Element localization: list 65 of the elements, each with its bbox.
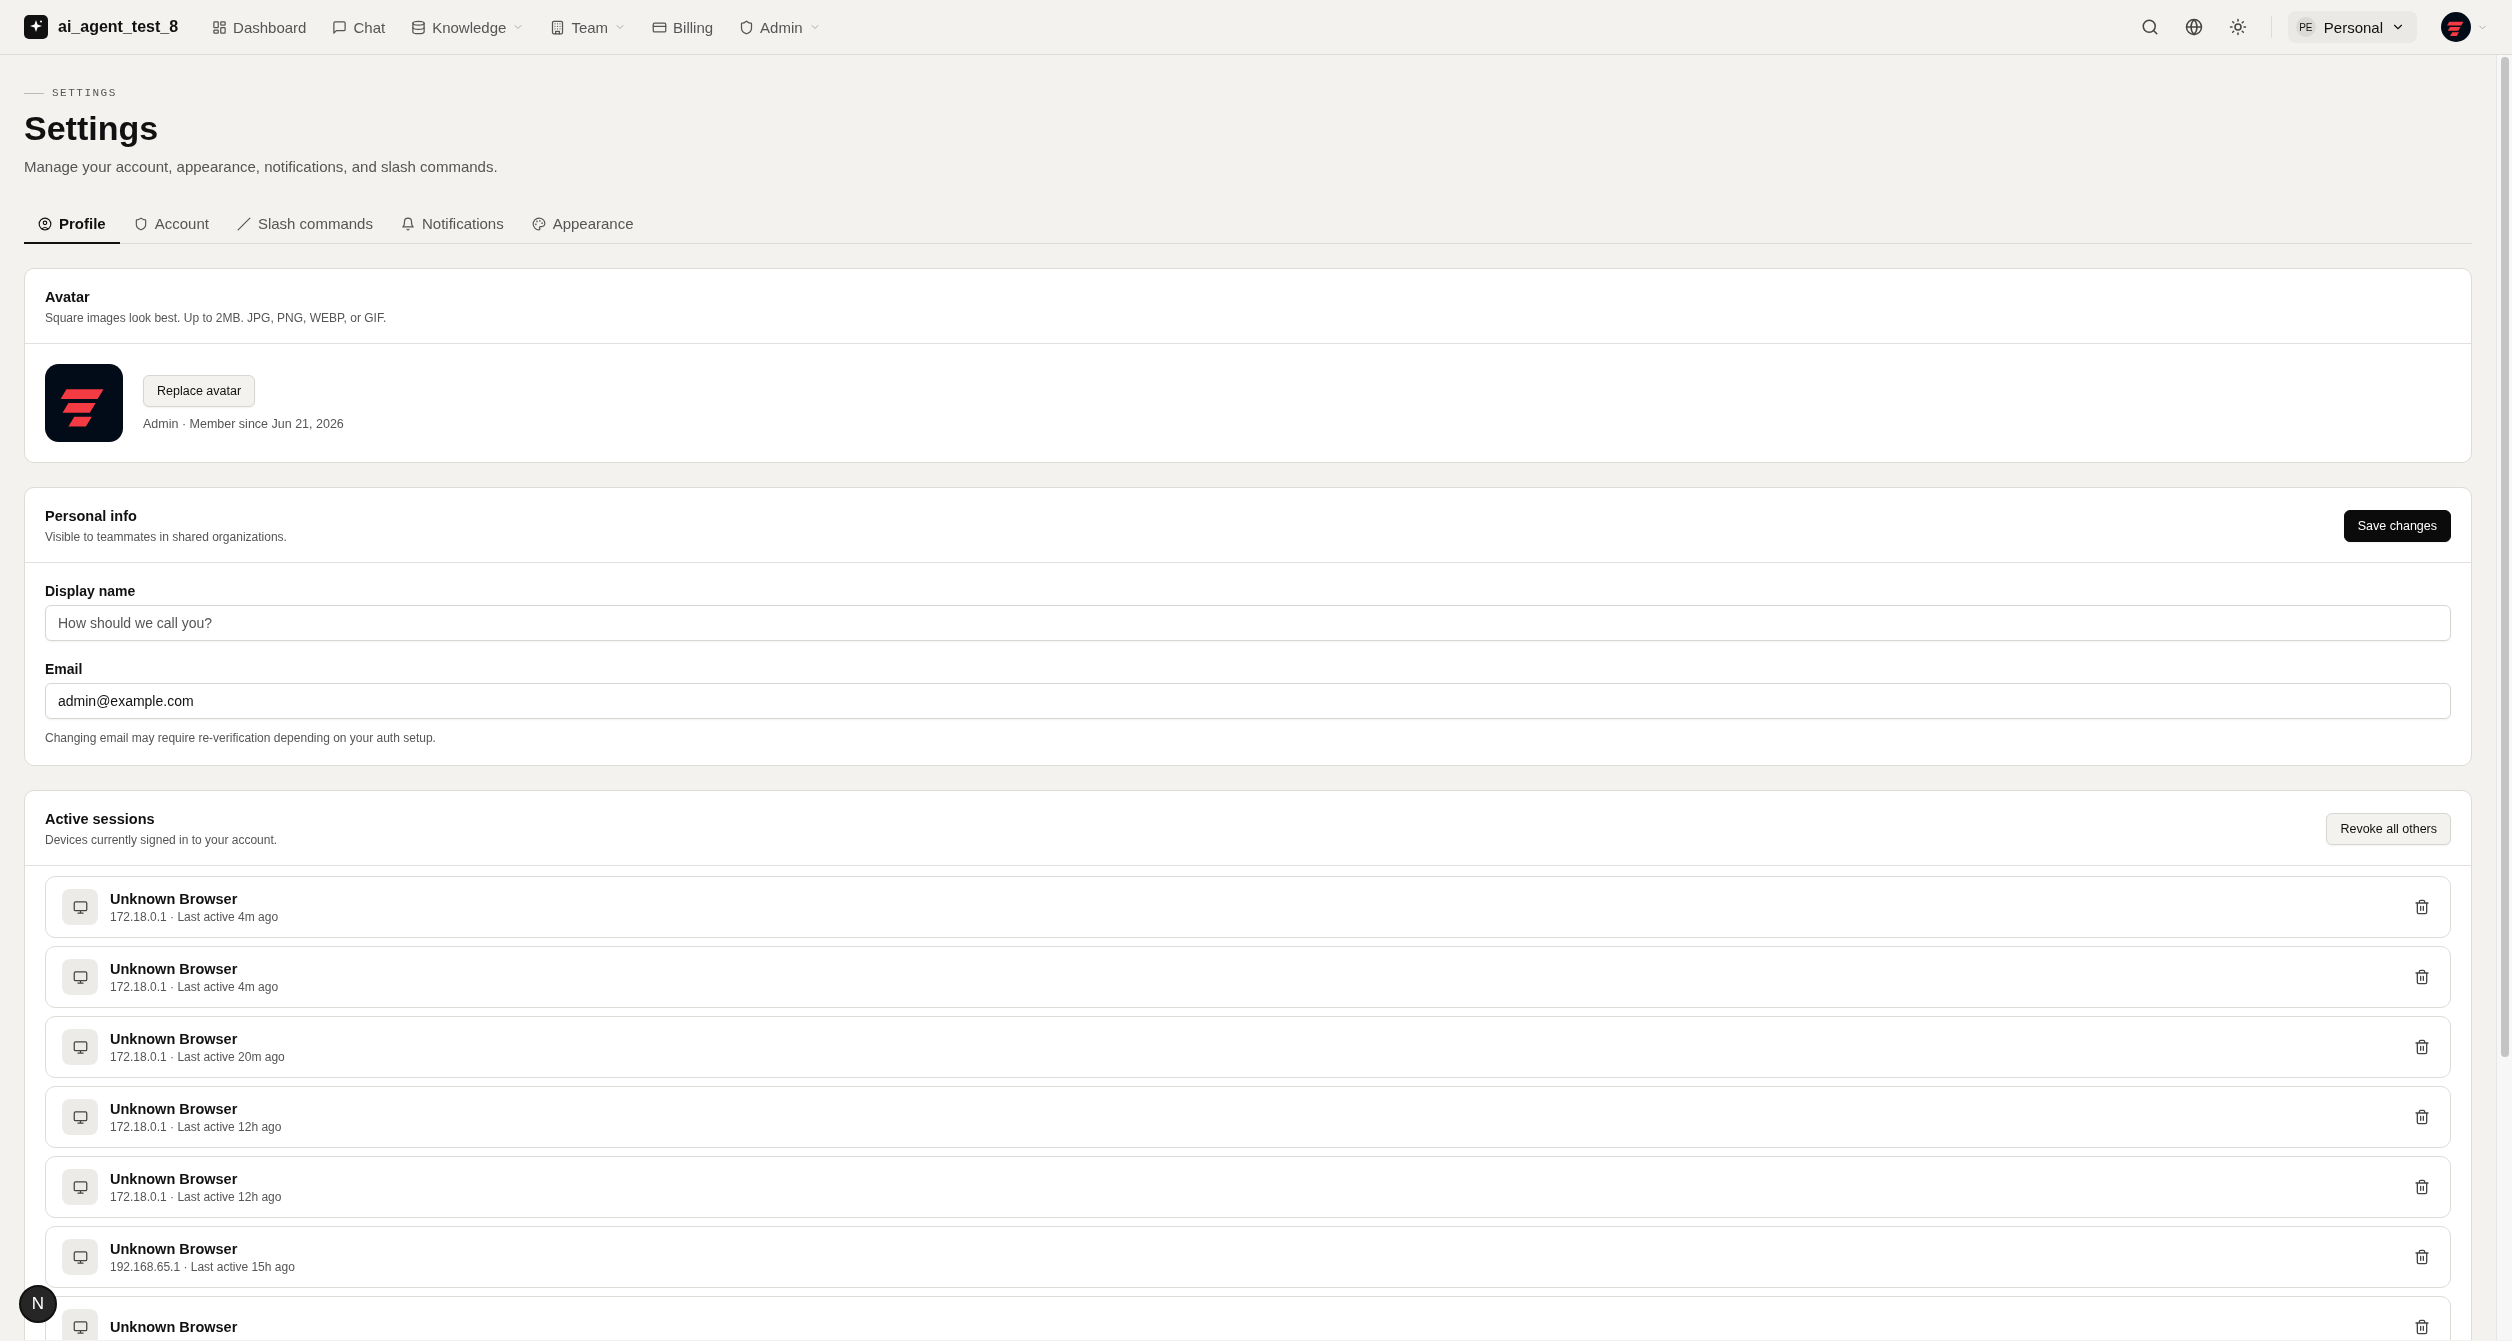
app-name: ai_agent_test_8 [58,18,179,36]
nav-link[interactable]: Dashboard [204,12,315,42]
grid-icon [212,19,228,35]
shield-icon [133,216,148,231]
tab[interactable]: Slash commands [222,205,387,244]
tab[interactable]: Profile [24,205,120,244]
session-title: Unknown Browser [110,1319,238,1335]
session-title: Unknown Browser [110,890,239,907]
page-subtitle: Manage your account, appearance, notifications, and slash commands. [24,158,499,175]
slash-icon [236,216,251,231]
session-title: Unknown Browser [110,1100,239,1117]
monitor-icon [62,1239,98,1275]
replace-avatar-button[interactable]: Replace avatar [143,375,256,407]
input-field[interactable]: admin@example.com [45,683,2451,719]
monitor-icon [62,959,98,995]
tab[interactable]: Notifications [386,205,518,244]
scrollbar[interactable] [2496,55,2512,1340]
session-detail: 172.18.0.1 · Last active 12h ago [110,1189,282,1204]
session-detail: 192.168.65.1 · Last active 15h ago [110,1259,295,1274]
building-icon [550,19,566,35]
chat-icon [332,19,348,35]
session-title: Unknown Browser [110,1030,239,1047]
nav-link[interactable]: Admin [731,12,829,42]
monitor-icon [62,889,98,925]
revoke-button[interactable]: Revoke all others [2326,813,2451,845]
session-detail: 172.18.0.1 · Last active 20m ago [110,1049,285,1064]
card-title: Active sessions [45,811,156,827]
field-hint: Changing email may require re-verification depending on your auth setup. [45,731,437,745]
nav-link[interactable]: Team [542,12,635,42]
bell-icon [400,216,415,231]
tab[interactable]: Appearance [517,205,648,244]
credit-card-icon [652,19,668,35]
card-title: Avatar [45,289,91,305]
palette-icon [531,216,546,231]
nav-link[interactable]: Knowledge [403,12,533,42]
workspace-switcher[interactable]: PE Personal [2287,11,2417,43]
session-title: Unknown Browser [110,1170,239,1187]
session-detail: 172.18.0.1 · Last active 4m ago [110,979,279,994]
input-field[interactable]: How should we call you? [45,605,2451,641]
user-circle-icon [38,216,52,231]
card-description: Devices currently signed in to your account. [45,833,278,847]
session-detail: 172.18.0.1 · Last active 12h ago [110,1119,282,1134]
avatar-icon [2441,12,2471,42]
dev-tools-button[interactable]: N [19,1285,57,1323]
sparkle-logo-icon [24,15,48,39]
database-icon [411,19,427,35]
page-title: Settings [24,109,160,148]
member-info: Admin · Member since Jun 21, 2026 [143,417,344,431]
monitor-icon [62,1169,98,1205]
card-description: Visible to teammates in shared organizations. [45,530,287,544]
monitor-icon [62,1099,98,1135]
card-description: Square images look best. Up to 2MB. JPG, PNG, WEBP, or GIF. [45,311,387,325]
nav-link[interactable]: Billing [644,12,722,42]
session-title: Unknown Browser [110,1240,239,1257]
field-label: Display name [45,583,137,599]
field-label: Email [45,661,84,677]
session-detail: 172.18.0.1 · Last active 4m ago [110,909,279,924]
eyebrow-label: SETTINGS [52,87,117,99]
card-title: Personal info [45,508,138,524]
shield-icon [739,19,755,35]
nav-link[interactable]: Chat [324,12,394,42]
session-title: Unknown Browser [110,960,239,977]
monitor-icon [62,1029,98,1065]
tab[interactable]: Account [119,205,223,244]
save-button[interactable]: Save changes [2343,510,2451,542]
